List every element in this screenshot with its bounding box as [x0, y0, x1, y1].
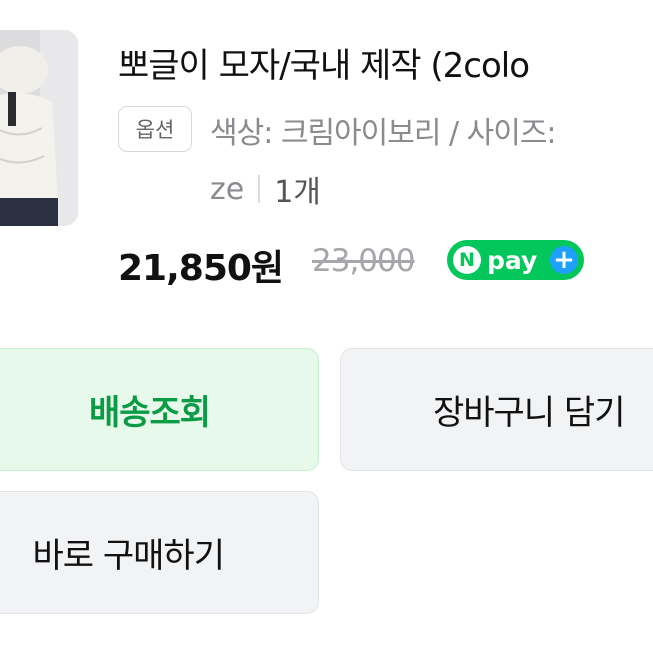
divider	[258, 175, 261, 203]
add-to-cart-button[interactable]: 장바구니 담기	[340, 348, 653, 471]
option-size-quantity: ze 1개	[210, 167, 321, 211]
product-thumbnail[interactable]	[0, 30, 78, 226]
naver-n-icon: N	[453, 246, 481, 274]
option-color-size: 색상: 크림아이보리 / 사이즈:	[210, 116, 557, 151]
npay-badge[interactable]: N pay +	[447, 240, 584, 280]
product-photo	[0, 30, 78, 226]
option-badge: 옵션	[118, 106, 192, 152]
product-title[interactable]: 뽀글이 모자/국내 제작 (2colo	[118, 38, 530, 87]
quantity: 1개	[274, 175, 321, 210]
option-size-tail: ze	[210, 171, 245, 207]
sale-price: 21,850원	[118, 248, 284, 289]
plus-icon: +	[550, 246, 578, 274]
npay-label: pay	[487, 245, 538, 275]
track-delivery-button[interactable]: 배송조회	[0, 348, 319, 471]
original-price: 23,000	[312, 243, 415, 279]
buy-now-button[interactable]: 바로 구매하기	[0, 491, 319, 614]
